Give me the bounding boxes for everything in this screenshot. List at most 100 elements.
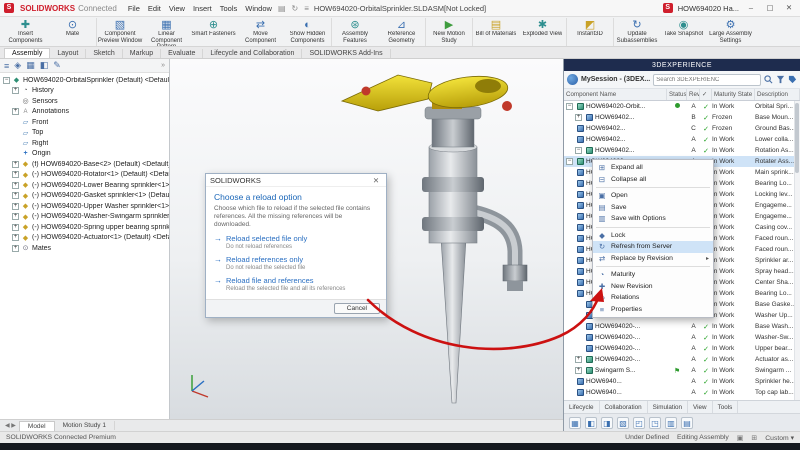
model-tab[interactable]: Motion Study 1	[55, 421, 115, 430]
command-tab[interactable]: Lifecycle and Collaboration	[203, 49, 302, 58]
expander-icon[interactable]	[566, 290, 575, 297]
expander-icon[interactable]	[575, 356, 582, 363]
context-menu-item[interactable]: ▣ Open	[593, 190, 713, 202]
expander-icon[interactable]	[566, 180, 575, 187]
ribbon-button[interactable]: ▤ Bill of Materials	[472, 18, 519, 46]
expander-icon[interactable]	[566, 191, 575, 198]
expander-icon[interactable]	[12, 234, 19, 241]
expander-icon[interactable]	[12, 203, 19, 210]
table-row[interactable]: HOW69402... C ✓ Frozen Ground Bas...	[564, 123, 800, 134]
expander-icon[interactable]	[12, 150, 21, 157]
expander-icon[interactable]	[566, 125, 575, 132]
panel-tab[interactable]: Tools	[713, 401, 739, 413]
column-header[interactable]: Rev	[687, 89, 700, 100]
context-menu-item[interactable]: ◔ Maturity	[593, 269, 713, 281]
expander-icon[interactable]	[12, 171, 19, 178]
reload-option[interactable]: → Reload selected file only Do not reloa…	[214, 234, 378, 250]
expander-icon[interactable]	[575, 334, 584, 341]
expander-icon[interactable]	[12, 119, 21, 126]
expander-icon[interactable]	[12, 161, 19, 168]
feature-tree-item[interactable]: (-) HOW694020-Spring upper bearing sprin…	[0, 222, 169, 233]
feature-tree-item[interactable]: Sensors	[0, 96, 169, 107]
panel-tab-icon[interactable]: ≡	[4, 61, 9, 71]
context-menu-item[interactable]	[596, 266, 710, 267]
reload-option[interactable]: → Reload file and references Reload the …	[214, 276, 378, 292]
command-tab[interactable]: Evaluate	[161, 49, 203, 58]
expander-icon[interactable]	[566, 268, 575, 275]
expander-icon[interactable]	[12, 213, 19, 220]
cancel-button[interactable]: Cancel	[334, 303, 380, 314]
feature-tree-item[interactable]: (-) HOW694020-Washer-Swingarm sprinkler<…	[0, 212, 169, 223]
expander-icon[interactable]	[575, 147, 582, 154]
context-menu-item[interactable]: ✚ New Revision	[593, 281, 713, 293]
column-header[interactable]: Status	[667, 89, 687, 100]
command-tab[interactable]: Markup	[123, 49, 161, 58]
panel-tool-icon[interactable]: ▧	[617, 417, 629, 429]
expander-icon[interactable]	[575, 367, 582, 374]
panel-tool-icon[interactable]: ◨	[601, 417, 613, 429]
column-header[interactable]: Component Name	[564, 89, 667, 100]
expander-icon[interactable]	[12, 140, 21, 147]
panel-tab-icon[interactable]: ◈	[14, 60, 21, 71]
quick-toolbar-icon[interactable]: ≡	[304, 4, 309, 13]
ribbon-button[interactable]: ↻ Update Subassemblies	[613, 18, 660, 46]
menu-item[interactable]: View	[169, 4, 185, 13]
panel-tab[interactable]: Simulation	[648, 401, 688, 413]
expander-icon[interactable]	[566, 378, 575, 385]
ribbon-button[interactable]: ◉ Take Snapshot	[660, 18, 707, 46]
table-row[interactable]: HOW6940... A ✓ In Work Top cap lab...	[564, 387, 800, 398]
expander-icon[interactable]	[575, 114, 582, 121]
column-header[interactable]: ✓	[700, 89, 712, 100]
status-icon[interactable]: ⊞	[751, 434, 757, 442]
command-tab[interactable]: Layout	[50, 49, 86, 58]
context-menu-item[interactable]: ∞ Relations	[593, 292, 713, 304]
table-row[interactable]: HOW694020-... A ✓ In Work Washer-Sw...	[564, 332, 800, 343]
document-tab[interactable]: HOW694020 Ha...	[678, 4, 739, 13]
tab-nav-icon[interactable]: ◀ ▶	[5, 422, 16, 429]
quick-toolbar-icon[interactable]: ↻	[292, 4, 299, 13]
panel-tool-icon[interactable]: ◧	[585, 417, 597, 429]
feature-tree-item[interactable]: Origin	[0, 149, 169, 160]
panel-more-icon[interactable]: »	[161, 62, 165, 69]
table-row[interactable]: HOW69402... A ✓ In Work Lower colla...	[564, 134, 800, 145]
feature-tree-item[interactable]: (-) HOW694020-Upper Washer sprinkler<1> …	[0, 201, 169, 212]
context-menu-item[interactable]: ⇄ Replace by Revision ▸	[593, 253, 713, 265]
expander-icon[interactable]	[12, 108, 19, 115]
expander-icon[interactable]	[566, 279, 575, 286]
table-row[interactable]: HOW694020-... A ✓ In Work Actuator as...	[564, 354, 800, 365]
context-menu-item[interactable]: ≡ Properties	[593, 304, 713, 316]
menu-item[interactable]: Insert	[193, 4, 212, 13]
menu-item[interactable]: File	[128, 4, 140, 13]
ribbon-button[interactable]: ▦ Linear Component Pattern	[143, 18, 190, 46]
feature-tree-item[interactable]: Right	[0, 138, 169, 149]
feature-tree-item[interactable]: (-) HOW694020-Actuator<1> (Default) <Def…	[0, 233, 169, 244]
expander-icon[interactable]	[12, 224, 19, 231]
menu-item[interactable]: Window	[245, 4, 272, 13]
window-control-icon[interactable]: ▢	[763, 2, 777, 14]
expander-icon[interactable]	[566, 224, 575, 231]
panel-tab-icon[interactable]: ▦	[26, 60, 35, 71]
feature-tree-item[interactable]: (-) HOW694020-Rotator<1> (Default) <Defa…	[0, 170, 169, 181]
scrollbar-thumb[interactable]	[795, 103, 799, 173]
context-menu-item[interactable]: ▥ Save with Options	[593, 213, 713, 225]
feature-tree-item[interactable]: Annotations	[0, 107, 169, 118]
feature-tree-item[interactable]: History	[0, 86, 169, 97]
feature-tree-item[interactable]: (-) HOW694020-Gasket sprinkler<1> (Defau…	[0, 191, 169, 202]
expander-icon[interactable]	[575, 323, 584, 330]
command-tab[interactable]: Sketch	[86, 49, 122, 58]
expander-icon[interactable]	[12, 245, 19, 252]
search-input[interactable]	[653, 74, 761, 86]
table-row[interactable]: HOW694020-... A ✓ In Work Base Wash...	[564, 321, 800, 332]
feature-tree-item[interactable]: Front	[0, 117, 169, 128]
table-row[interactable]: HOW694020-... A ✓ In Work Upper bear...	[564, 343, 800, 354]
command-tab[interactable]: SOLIDWORKS Add-Ins	[302, 49, 390, 58]
panel-tool-icon[interactable]: ◰	[633, 417, 645, 429]
search-icon[interactable]	[764, 75, 773, 84]
window-control-icon[interactable]: ✕	[782, 2, 796, 14]
expander-icon[interactable]	[3, 77, 10, 84]
expander-icon[interactable]	[575, 312, 584, 319]
context-menu-item[interactable]: ◆ Lock	[593, 230, 713, 242]
expander-icon[interactable]	[566, 213, 575, 220]
ribbon-button[interactable]: ▶ New Motion Study	[425, 18, 472, 46]
panel-tool-icon[interactable]: ▦	[569, 417, 581, 429]
